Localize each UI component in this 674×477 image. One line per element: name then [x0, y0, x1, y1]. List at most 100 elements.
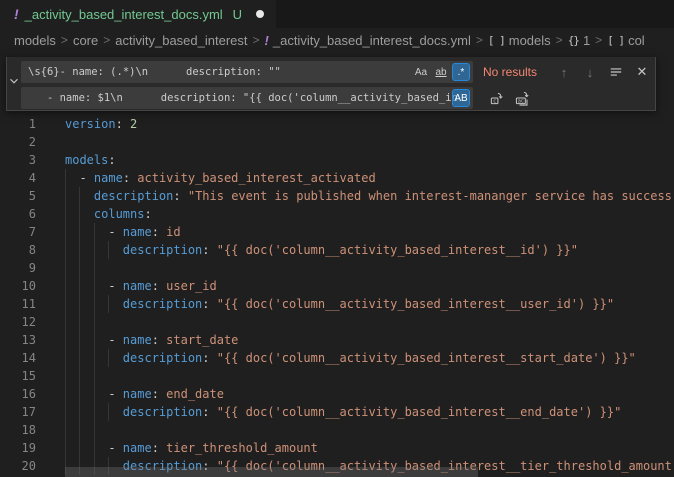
svg-text:ac: ac — [517, 98, 523, 104]
indent-guide — [94, 367, 95, 385]
code-line: 7 - name: id — [0, 223, 674, 241]
symbol-array-icon: [ ] — [607, 34, 624, 47]
code-editor[interactable]: 1version: 223models:4 - name: activity_b… — [0, 52, 674, 477]
line-number: 1 — [0, 115, 36, 133]
code-line: 18 — [0, 421, 674, 439]
code-text: columns: — [65, 205, 152, 223]
line-number: 2 — [0, 133, 36, 151]
code-line: 3 models: — [0, 151, 674, 169]
code-line: 11 description: "{{ doc('column__activit… — [0, 295, 674, 313]
line-number: 10 — [0, 277, 36, 295]
code-line: 6 columns: — [0, 205, 674, 223]
breadcrumb: models > core > activity_based_interest > !_ac… — [0, 28, 674, 52]
replace-input[interactable]: - name: $1\n description: "{{ doc('colum… — [21, 87, 473, 109]
code-line: 19 - name: tier_threshold_amount — [0, 439, 674, 457]
horizontal-scrollbar[interactable] — [65, 467, 478, 477]
code-text: description: "This event is published wh… — [65, 187, 672, 205]
line-number: 20 — [0, 457, 36, 475]
indent-guide — [65, 367, 66, 385]
tab-bar: ! _activity_based_interest_docs.yml U — [0, 0, 674, 28]
indent-guide — [79, 259, 80, 277]
breadcrumb-item[interactable]: models — [14, 33, 56, 48]
code-text: description: "{{ doc('column__activity_b… — [65, 349, 636, 367]
chevron-down-icon — [7, 74, 21, 93]
breadcrumb-item[interactable]: core — [73, 33, 98, 48]
code-line: 2 — [0, 133, 674, 151]
code-line: 5 description: "This event is published … — [0, 187, 674, 205]
breadcrumb-label: models — [509, 33, 551, 48]
replace-all-icon: ac — [515, 91, 530, 106]
find-results-status: No results — [483, 65, 549, 79]
line-number: 13 — [0, 331, 36, 349]
toggle-replace-button[interactable] — [7, 57, 21, 110]
line-number: 14 — [0, 349, 36, 367]
preserve-case-toggle[interactable]: AB — [452, 89, 470, 107]
find-replace-widget: \s{6}- name: (.*)\n description: "" Aa a… — [6, 57, 656, 111]
breadcrumb-label: 1 — [583, 33, 590, 48]
code-line: 9 — [0, 259, 674, 277]
editor-tab[interactable]: ! _activity_based_interest_docs.yml U — [0, 0, 276, 28]
line-number: 11 — [0, 295, 36, 313]
previous-match-button[interactable]: ↑ — [553, 62, 575, 82]
match-case-toggle[interactable]: Aa — [412, 63, 430, 81]
code-text: version: 2 — [65, 115, 137, 133]
find-in-selection-button[interactable] — [605, 62, 627, 82]
find-query-text: \s{6}- name: (.*)\n description: "" — [28, 61, 281, 83]
breadcrumb-item[interactable]: !_activity_based_interest_docs.yml — [265, 33, 471, 48]
breadcrumb-separator-icon: > — [103, 33, 110, 47]
whole-word-toggle[interactable]: ab — [432, 63, 450, 81]
code-line: 4 - name: activity_based_interest_activa… — [0, 169, 674, 187]
line-number: 19 — [0, 439, 36, 457]
code-line: 14 description: "{{ doc('column__activit… — [0, 349, 674, 367]
replace-button[interactable]: c — [485, 88, 507, 108]
close-find-button[interactable]: ✕ — [631, 62, 653, 82]
breadcrumb-separator-icon: > — [476, 33, 483, 47]
regex-toggle[interactable]: .* — [452, 63, 470, 81]
line-number: 17 — [0, 403, 36, 421]
line-number: 7 — [0, 223, 36, 241]
symbol-object-icon: {} — [568, 34, 579, 47]
code-line: 1 version: 2 — [0, 115, 674, 133]
arrow-down-icon: ↓ — [587, 65, 594, 80]
indent-guide — [65, 259, 66, 277]
line-number: 8 — [0, 241, 36, 259]
indent-guide — [65, 421, 66, 439]
replace-icon: c — [489, 91, 504, 106]
indent-guide — [79, 313, 80, 331]
code-text: description: "{{ doc('column__activity_b… — [65, 241, 578, 259]
breadcrumb-label: col — [628, 33, 645, 48]
line-number: 3 — [0, 151, 36, 169]
code-line: 15 — [0, 367, 674, 385]
code-text: - name: id — [65, 223, 181, 241]
breadcrumb-item[interactable]: [ ] col — [607, 33, 645, 48]
code-text: description: "{{ doc('column__activity_b… — [65, 295, 614, 313]
code-line: 13 - name: start_date — [0, 331, 674, 349]
breadcrumb-separator-icon: > — [61, 33, 68, 47]
code-line: 10 - name: user_id — [0, 277, 674, 295]
replace-all-button[interactable]: ac — [511, 88, 533, 108]
indent-guide — [94, 421, 95, 439]
indent-guide — [94, 259, 95, 277]
code-text: - name: activity_based_interest_activate… — [65, 169, 376, 187]
code-lines: 1version: 223models:4 - name: activity_b… — [0, 115, 674, 475]
code-line: 8 description: "{{ doc('column__activity… — [0, 241, 674, 259]
line-number: 5 — [0, 187, 36, 205]
breadcrumb-item[interactable]: activity_based_interest — [115, 33, 247, 48]
line-number: 6 — [0, 205, 36, 223]
find-input[interactable]: \s{6}- name: (.*)\n description: "" Aa a… — [21, 61, 473, 83]
code-text: - name: tier_threshold_amount — [65, 439, 318, 457]
line-number: 4 — [0, 169, 36, 187]
code-text: models: — [65, 151, 116, 169]
svg-text:c: c — [493, 98, 496, 104]
replace-text: - name: $1\n description: "{{ doc('colum… — [28, 87, 458, 109]
breadcrumb-label: activity_based_interest — [115, 33, 247, 48]
indent-guide — [79, 421, 80, 439]
yaml-warning-icon: ! — [265, 33, 269, 48]
breadcrumb-item[interactable]: {} 1 — [568, 33, 590, 48]
breadcrumb-item[interactable]: [ ]models — [488, 33, 551, 48]
tab-title: _activity_based_interest_docs.yml — [25, 7, 223, 22]
unsaved-changes-icon[interactable] — [256, 10, 264, 18]
code-text: - name: start_date — [65, 331, 238, 349]
next-match-button[interactable]: ↓ — [579, 62, 601, 82]
line-number: 12 — [0, 313, 36, 331]
